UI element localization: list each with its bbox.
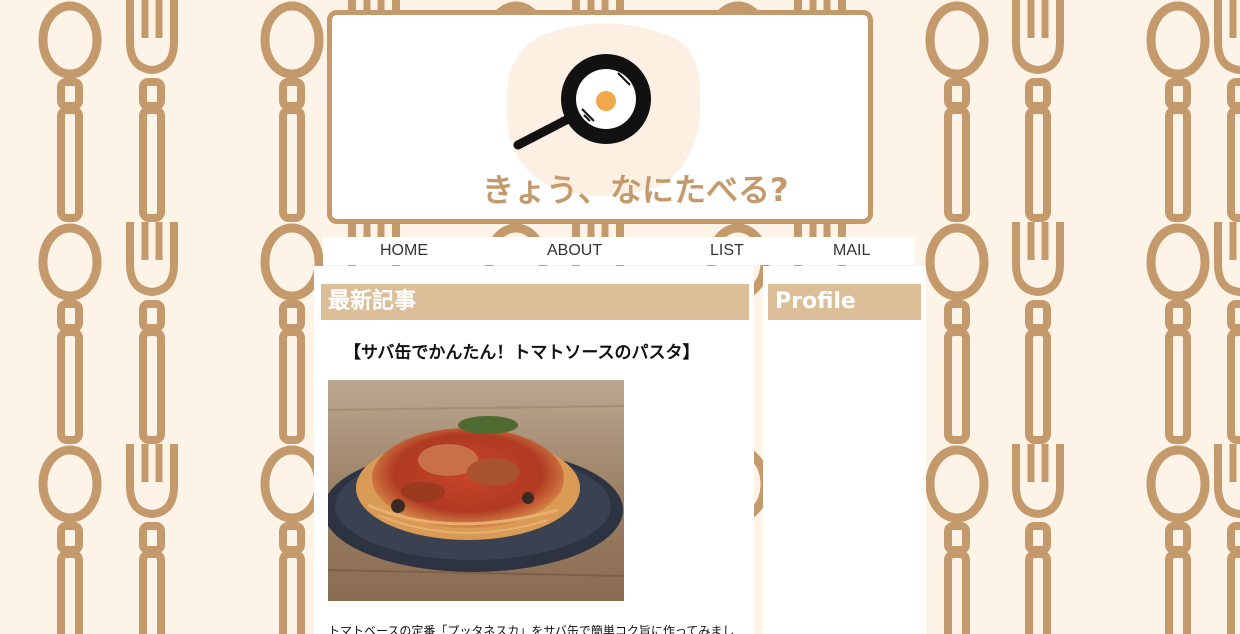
nav-item-home[interactable]: HOME [380,242,428,260]
site-title: きょう、なにたべる? [482,171,789,209]
profile-heading: Profile [768,284,921,320]
site-header: きょう、なにたべる? [327,10,873,224]
article-title[interactable]: 【サバ缶でかんたん！トマトソースのパスタ】 [344,338,699,363]
pasta-photo[interactable] [328,380,624,601]
main-content: 最新記事 【サバ缶でかんたん！トマトソースのパスタ】 トマトベースの定番「プッタ… [314,266,754,634]
main-nav: HOME ABOUT LIST MAIL [323,237,915,265]
nav-item-mail[interactable]: MAIL [833,242,870,260]
nav-item-list[interactable]: LIST [710,242,744,260]
latest-articles-heading: 最新記事 [321,284,749,320]
article-excerpt: トマトベースの定番「プッタネスカ」をサバ缶で簡単コク旨に作ってみまし [328,624,735,634]
nav-item-about[interactable]: ABOUT [547,242,602,260]
sidebar: Profile [763,266,926,634]
